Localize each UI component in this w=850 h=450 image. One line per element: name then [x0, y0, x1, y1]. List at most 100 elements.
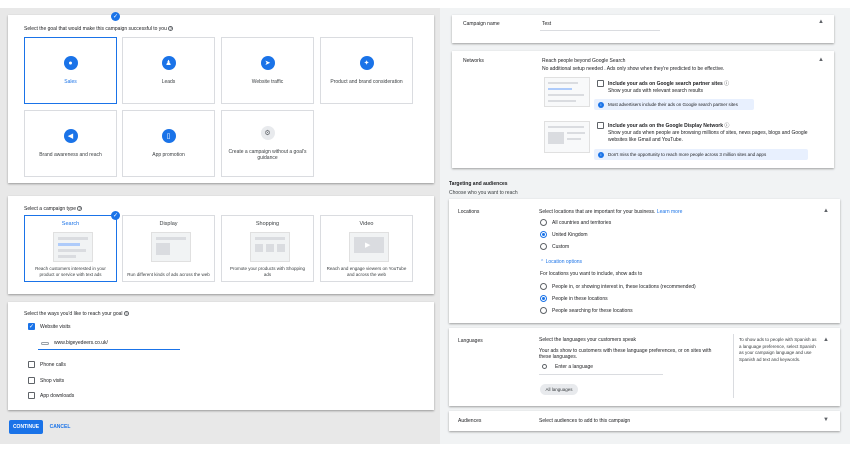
- search-partners-info: i Most advertisers include their ads on G…: [594, 99, 754, 110]
- campaign-type-desc: Run different kinds of ads across the we…: [127, 271, 210, 277]
- targeting-title: Targeting and audiences: [449, 181, 508, 187]
- networks-intro-note: No additional setup needed . Ads only sh…: [542, 66, 725, 72]
- campaign-type-shopping[interactable]: Shopping Promote your products with Shop…: [221, 215, 314, 282]
- help-icon: ⓘ: [724, 123, 730, 129]
- shop-visits-checkbox[interactable]: [28, 377, 35, 384]
- audiences-prompt: Select audiences to add to this campaign: [539, 418, 631, 424]
- phone-icon: ▯: [161, 129, 176, 143]
- app-downloads-label: App downloads: [40, 393, 75, 399]
- goal-tile-website-traffic[interactable]: ➤ Website traffic: [221, 37, 314, 104]
- campaign-name-input[interactable]: Test: [542, 21, 551, 27]
- language-search-underline: [539, 374, 663, 375]
- include-option-label: People in these locations: [552, 296, 608, 302]
- campaign-type-card: Select a campaign type ? Search Reach cu…: [8, 196, 434, 294]
- campaign-type-desc: Promote your products with Shopping ads: [229, 266, 306, 277]
- continue-button[interactable]: CONTINUE: [9, 420, 43, 434]
- search-partners-checkbox[interactable]: [597, 80, 604, 87]
- radio-united-kingdom[interactable]: [540, 231, 547, 238]
- radio-people-in-or-interest[interactable]: [540, 283, 547, 290]
- help-icon: ?: [168, 26, 174, 31]
- phone-calls-checkbox[interactable]: [28, 361, 35, 368]
- campaign-name-card: Campaign name Test ▲: [452, 15, 834, 43]
- info-icon: i: [598, 101, 604, 108]
- cancel-button[interactable]: CANCEL: [47, 420, 73, 434]
- search-partners-illustration: [544, 77, 590, 107]
- include-text: For locations you want to include, show …: [540, 271, 643, 277]
- targeting-subtitle: Choose who you want to reach: [449, 190, 518, 196]
- selected-check-icon: ✓: [111, 211, 120, 220]
- languages-desc-2: these languages.: [539, 354, 578, 360]
- expand-icon[interactable]: ▼: [823, 417, 829, 423]
- goal-label: Sales: [64, 79, 77, 85]
- locations-label: Locations: [458, 209, 480, 215]
- option-label: Custom: [552, 244, 570, 250]
- collapse-icon[interactable]: ▲: [818, 57, 824, 63]
- include-option-label: People in, or showing interest in, these…: [552, 284, 696, 290]
- languages-label: Languages: [458, 338, 483, 344]
- selected-check-icon: ✓: [111, 12, 120, 21]
- collapse-icon[interactable]: ▲: [823, 337, 829, 343]
- gear-icon: ⚙: [260, 126, 275, 140]
- display-network-illustration: [544, 121, 590, 153]
- app-downloads-checkbox[interactable]: [28, 392, 35, 399]
- search-illustration: [53, 232, 93, 262]
- campaign-name-label: Campaign name: [463, 21, 500, 27]
- all-languages-chip[interactable]: All languages: [540, 384, 578, 395]
- campaign-type-desc: Reach customers interested in your produ…: [35, 266, 106, 277]
- website-visits-label: Website visits: [40, 324, 71, 330]
- website-visits-checkbox[interactable]: ✓: [28, 323, 35, 330]
- goal-card: Select the goal that would make this cam…: [8, 12, 434, 183]
- language-search-input[interactable]: Enter a language: [555, 364, 593, 370]
- display-network-info: i Don't miss the opportunity to reach mor…: [594, 149, 808, 160]
- radio-all-countries[interactable]: [540, 219, 547, 226]
- collapse-icon[interactable]: ▲: [818, 19, 824, 25]
- goal-tile-leads[interactable]: ♟ Leads: [122, 37, 215, 104]
- goal-tile-brand-awareness[interactable]: ◀ Brand awareness and reach: [24, 110, 117, 177]
- goal-tile-app-promotion[interactable]: ▯ App promotion: [122, 110, 215, 177]
- megaphone-icon: ◀: [63, 129, 78, 143]
- radio-people-searching[interactable]: [540, 307, 547, 314]
- video-illustration: ▶: [349, 232, 389, 262]
- option-label: United Kingdom: [552, 232, 588, 238]
- campaign-type-desc: Reach and engage viewers on YouTube and …: [326, 266, 407, 277]
- tag-icon: ●: [63, 56, 78, 70]
- radio-people-in[interactable]: [540, 295, 547, 302]
- include-option-label: People searching for these locations: [552, 308, 633, 314]
- goal-tile-no-guidance[interactable]: ⚙ Create a campaign without a goal's gui…: [221, 110, 314, 177]
- search-partners-title: Include your ads on Google search partne…: [608, 81, 730, 87]
- audiences-label: Audiences: [458, 418, 482, 424]
- campaign-type-name: Shopping: [255, 221, 280, 227]
- goal-label: App promotion: [152, 152, 185, 158]
- cursor-icon: ➤: [260, 56, 275, 70]
- location-options-toggle[interactable]: ⌃ Location options: [540, 259, 582, 265]
- learn-more-link[interactable]: Learn more: [657, 209, 683, 215]
- collapse-icon[interactable]: ▲: [823, 208, 829, 214]
- search-icon: [542, 364, 547, 369]
- networks-label: Networks: [463, 58, 484, 64]
- goal-label: Leads: [161, 79, 176, 85]
- campaign-type-prompt: Select a campaign type ?: [24, 206, 83, 212]
- goal-tile-sales[interactable]: ● Sales: [24, 37, 117, 104]
- campaign-type-name: Video: [359, 221, 374, 227]
- goal-label: Brand awareness and reach: [39, 152, 102, 158]
- people-icon: ♟: [161, 56, 176, 70]
- campaign-type-search[interactable]: Search Reach customers interested in you…: [24, 215, 117, 282]
- help-icon: ?: [123, 311, 129, 316]
- goal-tile-product-brand[interactable]: ✦ Product and brand consideration: [320, 37, 413, 104]
- display-network-desc: Show your ads when people are browsing m…: [608, 130, 808, 136]
- website-url-input[interactable]: www.bigeyedeers.co.uk/: [54, 340, 108, 346]
- display-network-desc-2: websites like Gmail and YouTube.: [608, 137, 683, 143]
- campaign-type-display[interactable]: Display Run different kinds of ads acros…: [122, 215, 215, 282]
- languages-divider: [733, 334, 734, 398]
- shop-visits-label: Shop visits: [40, 378, 65, 384]
- campaign-type-video[interactable]: Video ▶ Reach and engage viewers on YouT…: [320, 215, 413, 282]
- display-network-checkbox[interactable]: [597, 122, 604, 129]
- display-network-title: Include your ads on the Google Display N…: [608, 123, 730, 129]
- networks-intro: Reach people beyond Google Search: [542, 58, 626, 64]
- ways-card: Select the ways you'd like to reach your…: [8, 302, 434, 410]
- campaign-type-name: Search: [61, 221, 80, 227]
- radio-custom[interactable]: [540, 243, 547, 250]
- languages-prompt: Select the languages your customers spea…: [539, 337, 636, 343]
- help-icon: ?: [77, 206, 83, 211]
- info-icon: i: [598, 151, 604, 158]
